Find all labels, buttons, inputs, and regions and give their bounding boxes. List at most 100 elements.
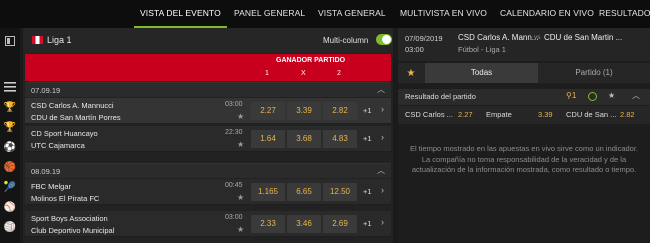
info-icon[interactable] <box>588 92 597 101</box>
column-x-label: X <box>301 70 306 77</box>
chevron-right-icon[interactable]: › <box>381 217 384 227</box>
match-time: 22:30 <box>225 129 243 136</box>
collapse-panel-icon[interactable] <box>3 34 17 48</box>
odd-home-button[interactable]: 1.165 <box>251 183 285 201</box>
date-group-header[interactable]: 08.09.19 ︿ <box>25 163 391 178</box>
away-team: UTC Cajamarca <box>31 141 85 150</box>
chevron-right-icon[interactable]: › <box>381 185 384 195</box>
odd-draw-button[interactable]: 6.65 <box>287 183 321 201</box>
odd-draw-button[interactable]: 3.39 <box>287 102 321 120</box>
market-name: Resultado del partido <box>405 92 476 101</box>
link-count: 1 <box>571 91 577 100</box>
event-date: 07/09/2019 <box>405 34 443 43</box>
column-2-label: 2 <box>337 70 341 77</box>
market-column-header: GANADOR PARTIDO 1 X 2 <box>25 54 391 81</box>
column-1-label: 1 <box>265 70 269 77</box>
away-team: Molinos El Pirata FC <box>31 194 100 203</box>
chevron-up-icon[interactable]: ︿ <box>377 165 385 176</box>
favorite-star-icon[interactable]: ★ <box>237 112 244 121</box>
event-detail-panel: 07/09/2019 03:00 CSD Carlos A. Mann... v… <box>398 28 650 243</box>
favorite-star-icon[interactable]: ★ <box>608 91 615 100</box>
trophy-icon[interactable]: 🏆 <box>3 100 17 114</box>
favorites-star-icon[interactable]: ★ <box>398 63 424 83</box>
outcome-draw-name[interactable]: Empate <box>486 110 512 119</box>
match-row[interactable]: Sport Boys Association Club Deportivo Mu… <box>25 211 391 237</box>
soccer-ball-icon[interactable]: ⚽ <box>3 140 17 154</box>
chevron-right-icon[interactable]: › <box>381 104 384 114</box>
tab-vista-general[interactable]: VISTA GENERAL <box>318 0 386 28</box>
tab-resultados[interactable]: RESULTADOS <box>599 0 650 28</box>
odd-home-button[interactable]: 2.27 <box>251 102 285 120</box>
league-odds-panel: Liga 1 Multi-column GANADOR PARTIDO 1 X … <box>23 28 393 243</box>
favorite-star-icon[interactable]: ★ <box>237 225 244 234</box>
tennis-ball-icon[interactable]: 🎾 <box>3 180 17 194</box>
favorite-star-icon[interactable]: ★ <box>237 193 244 202</box>
tab-multivista-en-vivo[interactable]: MULTIVISTA EN VIVO <box>400 0 487 28</box>
tab-calendario-en-vivo[interactable]: CALENDARIO EN VIVO <box>500 0 594 28</box>
more-markets-count[interactable]: +1 <box>363 187 372 196</box>
league-name: Liga 1 <box>47 35 72 45</box>
more-markets-count[interactable]: +1 <box>363 134 372 143</box>
match-time: 03:00 <box>225 101 243 108</box>
multicolumn-label: Multi-column <box>323 36 369 45</box>
market-filter-tabs: ★ Todas Partido (1) <box>398 63 650 83</box>
date-label: 07.09.19 <box>31 86 61 95</box>
trophy-icon[interactable]: 🏆 <box>3 120 17 134</box>
league-header: Liga 1 Multi-column <box>23 28 393 53</box>
match-row[interactable]: CSD Carlos A. Mannucci CDU de San Martín… <box>25 98 391 124</box>
outcome-away-odd[interactable]: 2.82 <box>620 110 635 119</box>
odd-draw-button[interactable]: 3.46 <box>287 215 321 233</box>
market-outcomes-row: CSD Carlos ... 2.27 Empate 3.39 CDU de S… <box>398 106 650 124</box>
outcome-home-odd[interactable]: 2.27 <box>458 110 473 119</box>
home-team: CD Sport Huancayo <box>31 129 98 138</box>
outcome-home-name[interactable]: CSD Carlos ... <box>405 110 453 119</box>
top-navigation: VISTA DEL EVENTO PANEL GENERAL VISTA GEN… <box>0 0 650 28</box>
odd-home-button[interactable]: 2.33 <box>251 215 285 233</box>
match-row[interactable]: FBC Melgar Molinos El Pirata FC 00:45 ★ … <box>25 179 391 205</box>
market-header[interactable]: Resultado del partido ⚲1 ★ ︿ <box>398 89 650 105</box>
event-vs: vs <box>534 34 541 41</box>
baseball-icon[interactable]: ⚾ <box>3 200 17 214</box>
live-time-disclaimer: El tiempo mostrado en las apuestas en vi… <box>409 144 639 174</box>
home-team: Sport Boys Association <box>31 214 108 223</box>
match-time: 00:45 <box>225 182 243 189</box>
outcome-away-name[interactable]: CDU de San ... <box>566 110 616 119</box>
tab-partido[interactable]: Partido (1) <box>538 63 650 83</box>
more-markets-count[interactable]: +1 <box>363 219 372 228</box>
tab-vista-del-evento[interactable]: VISTA DEL EVENTO <box>134 0 227 28</box>
odd-away-button[interactable]: 2.82 <box>323 102 357 120</box>
chevron-up-icon[interactable]: ︿ <box>377 84 385 95</box>
volleyball-icon[interactable]: 🏐 <box>3 220 17 234</box>
menu-icon[interactable] <box>3 80 17 94</box>
event-time: 03:00 <box>405 45 424 54</box>
odd-away-button[interactable]: 2.69 <box>323 215 357 233</box>
date-group-header[interactable]: 07.09.19 ︿ <box>25 82 391 97</box>
link-icon[interactable]: ⚲1 <box>566 91 576 100</box>
away-team: CDU de San Martín Porres <box>31 113 121 122</box>
sport-sidebar: 🏆 🏆 ⚽ 🏀 🎾 ⚾ 🏐 <box>0 28 20 243</box>
home-team: FBC Melgar <box>31 182 72 191</box>
home-team: CSD Carlos A. Mannucci <box>31 101 114 110</box>
tab-todas[interactable]: Todas <box>425 63 538 83</box>
odd-away-button[interactable]: 4.83 <box>323 130 357 148</box>
event-away-team: CDU de San Martin ... <box>544 33 623 42</box>
odd-draw-button[interactable]: 3.68 <box>287 130 321 148</box>
more-markets-count[interactable]: +1 <box>363 106 372 115</box>
event-header: 07/09/2019 03:00 CSD Carlos A. Mann... v… <box>398 28 650 61</box>
match-row[interactable]: CD Sport Huancayo UTC Cajamarca 22:30 ★ … <box>25 126 391 152</box>
multicolumn-toggle[interactable] <box>376 34 392 45</box>
favorite-star-icon[interactable]: ★ <box>237 140 244 149</box>
chevron-right-icon[interactable]: › <box>381 132 384 142</box>
odd-home-button[interactable]: 1.64 <box>251 130 285 148</box>
match-time: 03:00 <box>225 214 243 221</box>
date-label: 08.09.19 <box>31 167 61 176</box>
event-sport-league: Fútbol - Liga 1 <box>458 45 506 54</box>
outcome-draw-odd[interactable]: 3.39 <box>538 110 553 119</box>
odd-away-button[interactable]: 12.50 <box>323 183 357 201</box>
event-home-team: CSD Carlos A. Mann... <box>458 33 539 42</box>
away-team: Club Deportivo Municipal <box>31 226 115 235</box>
chevron-up-icon[interactable]: ︿ <box>632 90 640 101</box>
peru-flag-icon <box>32 36 43 44</box>
tab-panel-general[interactable]: PANEL GENERAL <box>234 0 305 28</box>
basketball-icon[interactable]: 🏀 <box>3 160 17 174</box>
